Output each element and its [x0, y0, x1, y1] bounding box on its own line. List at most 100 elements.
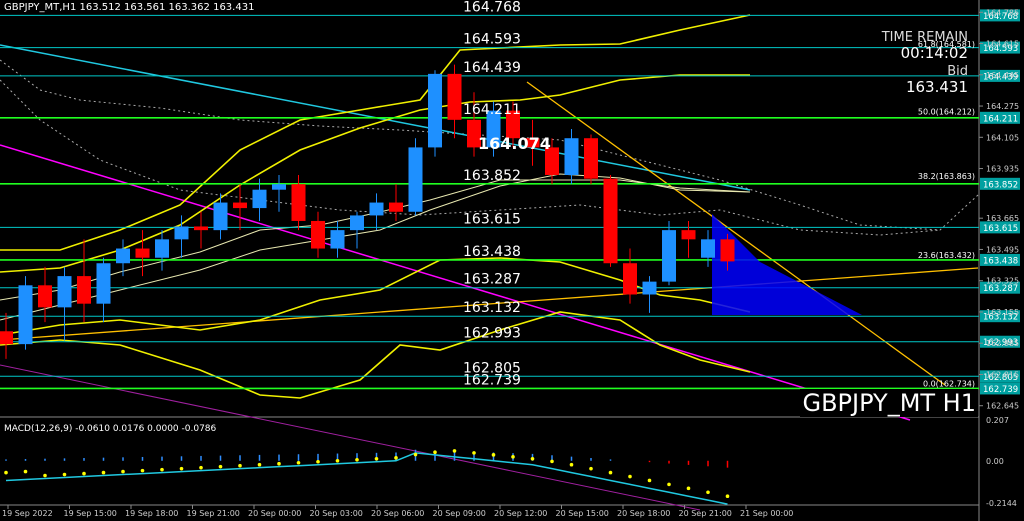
macd-signal-dot	[257, 462, 262, 467]
macd-signal-dot	[199, 465, 203, 470]
axis-level-label: 163.438	[983, 256, 1018, 266]
macd-signal-dot	[355, 457, 359, 462]
fib-label: 38.2(163.863)	[918, 172, 975, 181]
fib-label: 23.6(163.432)	[918, 251, 975, 260]
macd-signal-dot	[4, 470, 8, 475]
candle-body	[701, 239, 715, 258]
macd-signal-dot	[82, 471, 86, 476]
macd-signal-dot	[238, 463, 242, 468]
candle-body	[408, 147, 423, 212]
macd-signal-dot	[511, 455, 515, 459]
time-label: 20 Sep 03:00	[310, 509, 363, 518]
price-tick-label: 163.665	[986, 214, 1019, 223]
price-tick-label: 162.985	[986, 339, 1019, 348]
macd-signal-dot	[140, 468, 145, 473]
candle-body	[369, 202, 384, 216]
candle-body	[18, 285, 33, 345]
macd-signal-dot	[589, 466, 593, 471]
price-tick-label: 164.785	[986, 8, 1019, 17]
chart-window[interactable]: 164.768 164.593 164.439 164.211 163.852 163.6…	[0, 0, 1024, 521]
candle-body	[311, 220, 325, 249]
price-tick-label: 162.815	[986, 370, 1019, 379]
candle-body	[291, 184, 306, 221]
candle-body	[96, 263, 111, 304]
candle-body	[389, 202, 403, 212]
candle-body	[213, 202, 228, 231]
level-label: 163.438	[463, 244, 521, 260]
candle-body	[564, 138, 579, 175]
level-label: 164.593	[463, 32, 521, 48]
macd-signal-dot	[316, 459, 320, 464]
time-label: 19 Sep 18:00	[125, 509, 178, 518]
macd-signal-dot	[647, 478, 652, 483]
price-tick-label: 164.275	[986, 102, 1019, 111]
macd-signal-dot	[433, 450, 437, 455]
macd-signal-dot	[43, 473, 47, 478]
candle-body	[272, 184, 286, 190]
level-label: 163.852	[463, 168, 521, 184]
level-label: 164.768	[463, 0, 521, 15]
symbol-watermark: GBPJPY_MT H1	[800, 389, 978, 417]
level-label: 162.993	[463, 326, 521, 342]
macd-signal-dot	[335, 458, 340, 463]
level-label: 162.739	[463, 372, 521, 388]
candle-body	[57, 276, 72, 308]
time-remain-label: TIME REMAIN	[881, 30, 968, 45]
macd-signal-dot	[160, 467, 164, 472]
price-tick-label: 164.105	[986, 133, 1019, 142]
level-label: 164.439	[463, 60, 521, 76]
time-label: 20 Sep 15:00	[556, 509, 609, 518]
macd-signal-dot	[530, 457, 535, 461]
level-label: 163.132	[463, 300, 521, 316]
time-remain-value: 00:14:02	[900, 44, 968, 62]
macd-label: MACD(12,26,9) -0.0610 0.0176 0.0000 -0.0…	[4, 424, 217, 434]
fib-label: 50.0(164.212)	[918, 108, 975, 117]
candle-body	[662, 230, 676, 282]
candle-body	[720, 239, 735, 262]
candle-body	[135, 248, 150, 258]
price-tick-label: 163.155	[986, 308, 1019, 317]
price-chart[interactable]: 164.768 164.593 164.439 164.211 163.852 163.6…	[0, 0, 1024, 521]
macd-signal-dot	[628, 474, 632, 479]
axis-level-label: 162.739	[983, 385, 1018, 395]
macd-signal-dot	[569, 462, 574, 467]
price-tick-label: 163.495	[986, 245, 1019, 254]
macd-signal-dot	[725, 494, 730, 499]
macd-signal-dot	[491, 453, 496, 457]
candle-body	[447, 73, 462, 120]
macd-signal-dot	[23, 469, 28, 474]
price-tick-label: 164.445	[986, 71, 1019, 80]
candle-body	[603, 178, 618, 264]
candle-body	[155, 239, 169, 258]
bid-label: Bid	[947, 64, 968, 79]
macd-signal-dot	[101, 470, 106, 475]
candle-body	[194, 226, 208, 231]
macd-signal-dot	[62, 472, 67, 477]
macd-signal-dot	[374, 457, 379, 461]
level-label: 164.211	[463, 102, 521, 118]
time-label: 20 Sep 12:00	[494, 509, 547, 518]
candle-body	[174, 226, 189, 240]
price-tick-label: 163.935	[986, 165, 1019, 174]
macd-signal-dot	[296, 460, 301, 465]
macd-signal-dot	[218, 464, 223, 469]
price-tick-label: 164.615	[986, 40, 1019, 49]
time-label: 20 Sep 21:00	[679, 509, 732, 518]
price-tick-label: 163.325	[986, 277, 1019, 286]
pivot-label: 164.074	[478, 134, 551, 153]
axis-level-label: 163.852	[983, 180, 1018, 190]
fib-label: 0.0(162.734)	[923, 379, 975, 388]
macd-signal-dot	[277, 461, 281, 466]
candle-body	[584, 138, 598, 179]
candle-body	[252, 189, 267, 209]
candle-body	[623, 263, 637, 295]
candle-body	[0, 331, 13, 345]
macd-signal-dot	[394, 456, 398, 460]
macd-signal-dot	[121, 469, 125, 474]
chart-header: GBPJPY_MT,H1 163.512 163.561 163.362 163…	[4, 2, 255, 13]
macd-signal-dot	[686, 486, 691, 491]
level-label: 163.287	[463, 272, 521, 288]
time-label: 19 Sep 21:00	[187, 509, 240, 518]
time-label: 20 Sep 09:00	[433, 509, 486, 518]
macd-signal-dot	[413, 452, 418, 457]
